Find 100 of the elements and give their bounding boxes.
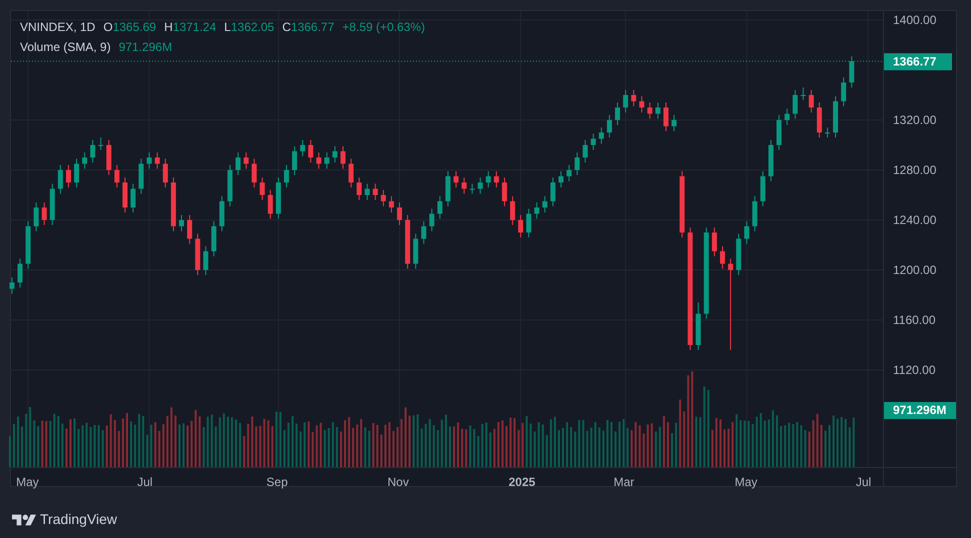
- time-axis-label: Sep: [266, 475, 288, 489]
- candle: [672, 114, 677, 132]
- candle: [138, 158, 144, 194]
- candle: [720, 246, 725, 270]
- change-value: +8.59 (+0.63%): [342, 19, 426, 36]
- candle: [300, 140, 306, 157]
- candle: [211, 220, 216, 257]
- candle: [582, 140, 588, 163]
- candle: [518, 214, 524, 238]
- brand-name: TradingView: [40, 510, 118, 529]
- time-axis-label: Mar: [614, 475, 634, 489]
- ohlc-label: C: [282, 19, 291, 36]
- candle: [227, 164, 232, 207]
- candle: [639, 96, 644, 113]
- candle: [784, 108, 790, 126]
- candle: [372, 183, 378, 200]
- candle: [631, 90, 636, 107]
- candle: [623, 90, 628, 113]
- volume-study-label: Volume (SMA, 9): [20, 39, 111, 56]
- ohlc-label: L: [224, 19, 231, 36]
- candle: [712, 227, 717, 257]
- candle: [284, 164, 289, 188]
- candle: [203, 246, 208, 276]
- candle: [590, 133, 596, 150]
- candle: [429, 208, 434, 232]
- candle: [268, 190, 273, 220]
- candle: [219, 196, 224, 232]
- price-axis-label: 1120.00: [893, 363, 936, 377]
- candle: [510, 196, 516, 226]
- candle: [292, 146, 298, 176]
- time-axis-label: Jul: [137, 475, 153, 489]
- candle: [744, 220, 750, 244]
- candle: [462, 177, 467, 194]
- ohlc-label: O: [103, 19, 113, 36]
- symbol-label: VNINDEX, 1D: [20, 19, 96, 36]
- candle: [534, 202, 540, 220]
- time-axis-label: 2025: [508, 475, 536, 489]
- time-axis-label: May: [734, 475, 758, 489]
- candle: [74, 158, 80, 188]
- candle: [760, 170, 766, 207]
- candle: [42, 202, 47, 226]
- candle: [348, 158, 354, 188]
- candle: [736, 233, 742, 276]
- candle: [470, 183, 475, 194]
- candle: [550, 177, 556, 207]
- candle: [776, 114, 782, 150]
- candle: [260, 177, 265, 200]
- candle: [66, 164, 71, 188]
- candle: [445, 170, 450, 207]
- ohlc-label: H: [164, 19, 173, 36]
- candle: [397, 202, 402, 226]
- candle: [800, 87, 806, 100]
- candle: [195, 233, 200, 276]
- candle: [130, 183, 136, 213]
- price-axis-label: 1280.00: [893, 163, 936, 177]
- candle: [18, 258, 23, 288]
- candle: [663, 102, 668, 132]
- candle: [244, 152, 249, 170]
- candle: [364, 183, 370, 200]
- candle: [316, 152, 322, 170]
- ohlc-value: 1371.24: [172, 19, 216, 36]
- candle: [824, 127, 830, 138]
- candle: [356, 177, 362, 200]
- price-axis-label: 1160.00: [893, 313, 936, 327]
- candle: [478, 177, 483, 194]
- candle: [413, 233, 418, 270]
- ohlc-value: 1362.05: [230, 19, 274, 36]
- candle: [454, 170, 459, 188]
- candle: [808, 90, 814, 113]
- candle: [680, 170, 685, 238]
- candle: [833, 96, 838, 138]
- candle: [437, 196, 442, 220]
- logo-icon: [12, 512, 36, 526]
- candle: [752, 196, 758, 232]
- candle: [252, 158, 257, 188]
- candle: [574, 152, 580, 176]
- candle: [324, 152, 330, 170]
- price-axis-label: 1400.00: [893, 13, 936, 27]
- candle: [816, 102, 822, 138]
- candle: [494, 170, 499, 188]
- candle: [841, 77, 846, 107]
- candle: [502, 177, 507, 207]
- candle: [542, 196, 548, 213]
- candle: [655, 102, 660, 120]
- candle: [179, 214, 184, 232]
- candle: [558, 170, 564, 188]
- candle: [526, 208, 532, 238]
- candle: [486, 170, 491, 188]
- candle: [332, 146, 338, 163]
- candle: [146, 152, 152, 170]
- candle: [647, 102, 652, 120]
- candle: [308, 140, 314, 163]
- candle: [421, 220, 426, 244]
- candle: [98, 137, 104, 150]
- candle: [82, 152, 88, 170]
- price-axis-label: 1320.00: [893, 113, 936, 127]
- ohlc-value: 1366.77: [290, 19, 334, 36]
- candle: [58, 164, 63, 194]
- candle: [106, 140, 112, 176]
- candle: [236, 152, 241, 176]
